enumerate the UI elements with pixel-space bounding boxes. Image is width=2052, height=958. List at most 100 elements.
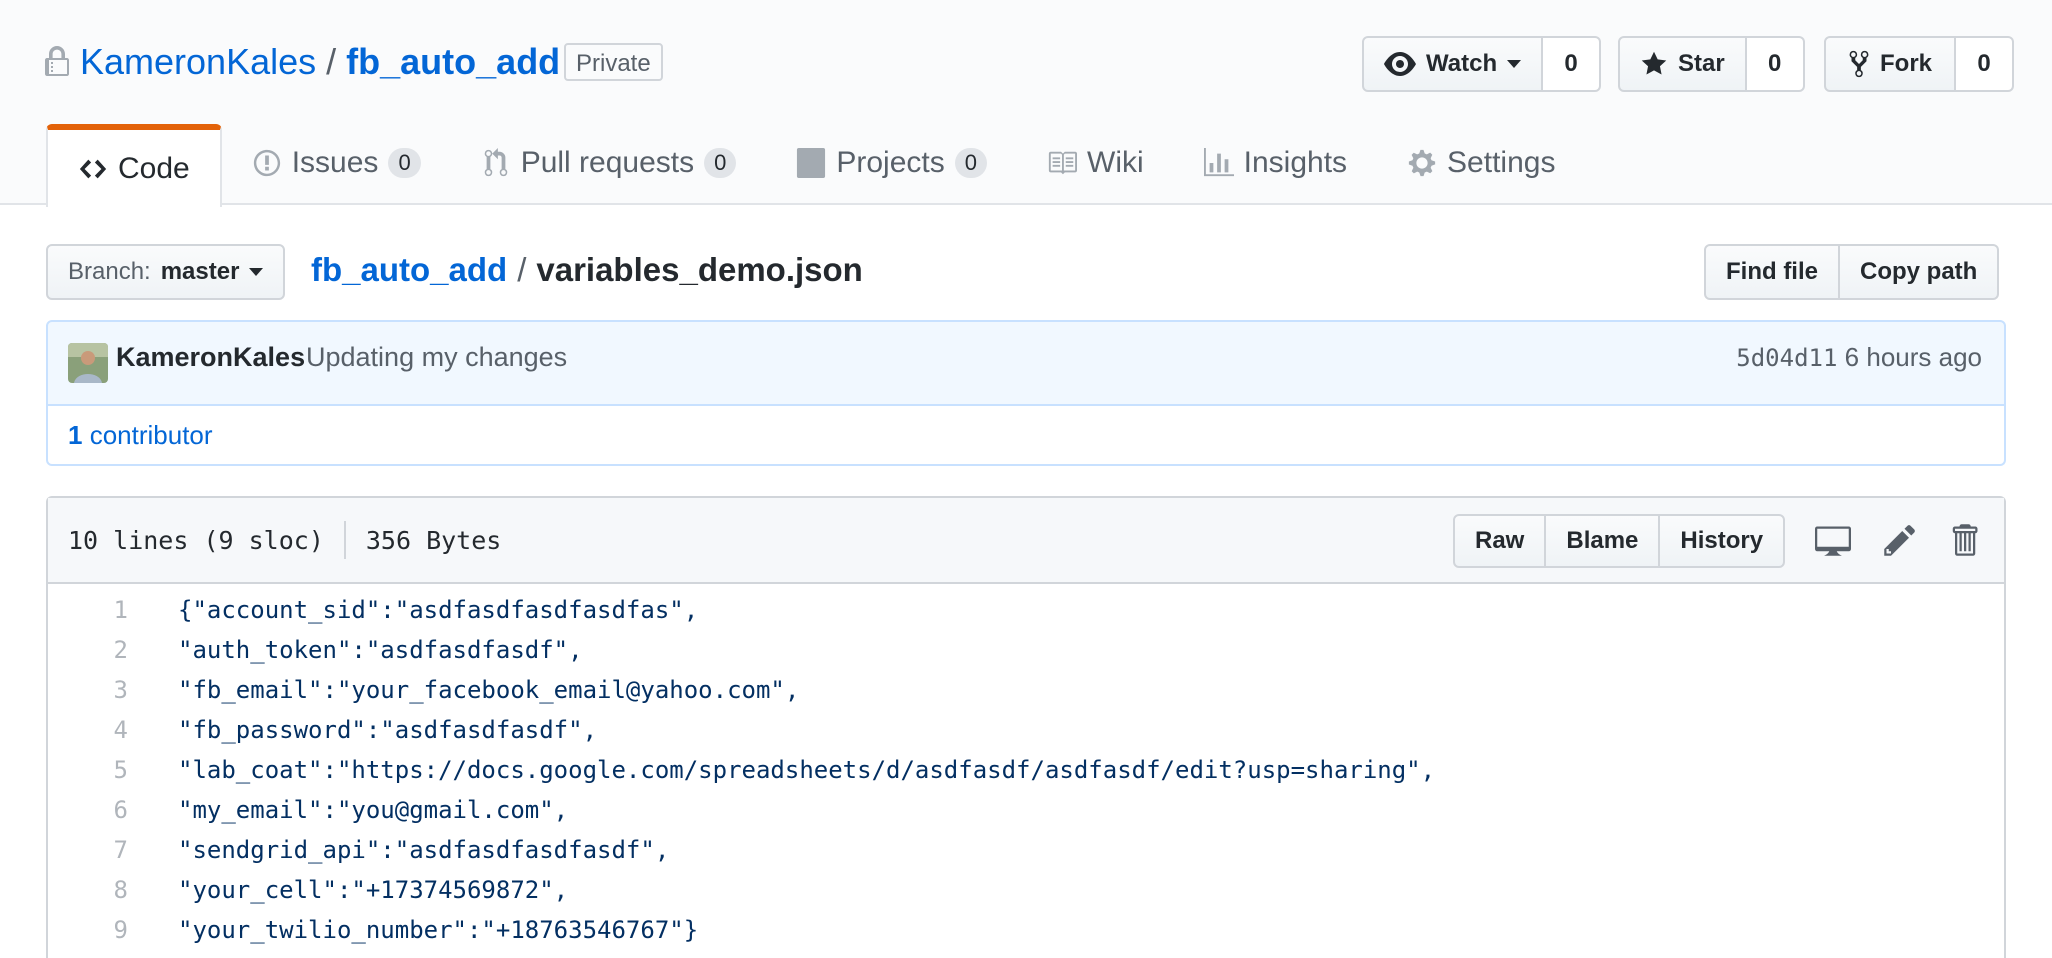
repo-forked-icon xyxy=(1849,50,1869,78)
line-number[interactable]: 9 xyxy=(48,916,128,944)
code-line: 6 "my_email":"you@gmail.com", xyxy=(48,790,2004,830)
fork-label: Fork xyxy=(1880,50,1933,77)
copy-path-button[interactable]: Copy path xyxy=(1840,244,2000,300)
line-content: "fb_password":"asdfasdfasdf", xyxy=(178,716,598,744)
file-info-divider xyxy=(343,521,346,559)
file-info: 10 lines (9 sloc) 356 Bytes xyxy=(68,498,501,582)
tab-wiki[interactable]: Wiki xyxy=(1017,124,1174,202)
tab-label: Pull requests xyxy=(520,146,695,179)
line-content: "lab_coat":"https://docs.google.com/spre… xyxy=(178,756,1436,784)
tab-label: Projects xyxy=(836,146,945,179)
code-line: 9 "your_twilio_number":"+18763546767"} xyxy=(48,910,2004,950)
issue-opened-icon xyxy=(253,149,280,177)
code-line: 3 "fb_email":"your_facebook_email@yahoo.c… xyxy=(48,670,2004,710)
fork-button[interactable]: Fork xyxy=(1824,36,1957,92)
repo-title: KameronKales / fb_auto_add xyxy=(80,38,560,86)
line-content: "fb_email":"your_facebook_email@yahoo.co… xyxy=(178,676,800,704)
repo-title-separator: / xyxy=(326,41,337,82)
commit-tease-box: KameronKales Updating my changes 5d04d11… xyxy=(46,320,2006,466)
line-number[interactable]: 3 xyxy=(48,676,128,704)
chevron-down-icon xyxy=(1507,60,1522,68)
repo-owner-link[interactable]: KameronKales xyxy=(80,41,316,82)
branch-select-button[interactable]: Branch: master xyxy=(46,244,286,300)
commit-tease: KameronKales Updating my changes 5d04d11… xyxy=(46,320,2006,406)
gear-icon xyxy=(1408,149,1436,177)
star-group: Star 0 xyxy=(1618,36,1805,92)
repo-nav-tabs: Code Issues 0 Pull requests 0 Projects 0… xyxy=(46,124,1585,207)
line-content: "auth_token":"asdfasdfasdf", xyxy=(178,636,583,664)
star-label: Star xyxy=(1678,50,1725,77)
tab-label: Settings xyxy=(1447,146,1556,179)
line-number[interactable]: 6 xyxy=(48,796,128,824)
tab-label: Wiki xyxy=(1087,146,1144,179)
contributors-count: 1 xyxy=(68,420,83,450)
book-icon xyxy=(1048,151,1077,175)
breadcrumb-separator: / xyxy=(517,251,527,288)
code-view: 1 {"account_sid":"asdfasdfasdfasdfas", 2 "… xyxy=(48,584,2004,950)
fork-count[interactable]: 0 xyxy=(1956,36,2015,92)
contributors-link[interactable]: 1 contributor xyxy=(46,406,2006,466)
code-icon xyxy=(79,159,107,178)
code-line: 5 "lab_coat":"https://docs.google.com/spr… xyxy=(48,750,2004,790)
issues-counter: 0 xyxy=(388,148,421,178)
raw-button[interactable]: Raw xyxy=(1453,514,1547,568)
tab-label: Code xyxy=(118,151,190,185)
watch-label: Watch xyxy=(1426,50,1498,77)
repo-header: KameronKales / fb_auto_add Private Watch 0… xyxy=(0,0,2052,207)
avatar[interactable] xyxy=(68,343,108,383)
fork-group: Fork 0 xyxy=(1824,36,2015,92)
tab-label: Issues xyxy=(291,146,379,179)
tab-pull-requests[interactable]: Pull requests 0 xyxy=(451,124,767,202)
desktop-icon[interactable] xyxy=(1815,522,1851,558)
git-pull-request-icon xyxy=(484,148,507,177)
tab-code[interactable]: Code xyxy=(46,124,222,207)
find-file-button[interactable]: Find file xyxy=(1704,244,1840,300)
breadcrumb-root-link[interactable]: fb_auto_add xyxy=(311,251,507,288)
watch-count[interactable]: 0 xyxy=(1543,36,1602,92)
code-line: 1 {"account_sid":"asdfasdfasdfasdfas", xyxy=(48,590,2004,630)
commit-message-link[interactable]: Updating my changes xyxy=(306,342,567,373)
line-number[interactable]: 4 xyxy=(48,716,128,744)
repo-name-link[interactable]: fb_auto_add xyxy=(346,41,560,82)
code-line: 7 "sendgrid_api":"asdfasdfasdfasdf", xyxy=(48,830,2004,870)
commit-meta: 5d04d11 6 hours ago xyxy=(1736,342,1982,373)
pull-requests-counter: 0 xyxy=(704,148,737,178)
file-size: 356 Bytes xyxy=(365,525,502,555)
trashcan-icon[interactable] xyxy=(1946,522,1982,558)
line-number[interactable]: 8 xyxy=(48,876,128,904)
graph-icon xyxy=(1203,148,1234,177)
watch-button[interactable]: Watch xyxy=(1362,36,1544,92)
star-count[interactable]: 0 xyxy=(1746,36,1805,92)
file-nav-buttons: Find file Copy path xyxy=(1704,244,2000,300)
line-content: {"account_sid":"asdfasdfasdfasdfas", xyxy=(178,596,699,624)
avatar-image xyxy=(68,343,108,383)
line-number[interactable]: 2 xyxy=(48,636,128,664)
history-button[interactable]: History xyxy=(1658,514,1786,568)
projects-counter: 0 xyxy=(954,148,987,178)
line-number[interactable]: 5 xyxy=(48,756,128,784)
line-number[interactable]: 7 xyxy=(48,836,128,864)
code-line: 8 "your_cell":"+17374569872", xyxy=(48,870,2004,910)
commit-time: 6 hours ago xyxy=(1844,342,1982,372)
contributors-label: contributor xyxy=(89,420,213,450)
star-button[interactable]: Star xyxy=(1618,36,1747,92)
file-actions: Raw Blame History xyxy=(1453,514,1786,568)
commit-sha-link[interactable]: 5d04d11 xyxy=(1736,344,1837,372)
tab-insights[interactable]: Insights xyxy=(1174,124,1377,202)
tab-projects[interactable]: Projects 0 xyxy=(766,124,1017,202)
breadcrumb-file-name: variables_demo.json xyxy=(536,251,863,288)
pencil-icon[interactable] xyxy=(1882,522,1918,558)
code-line: 4 "fb_password":"asdfasdfasdf", xyxy=(48,710,2004,750)
lock-icon xyxy=(45,46,69,76)
code-line: 2 "auth_token":"asdfasdfasdf", xyxy=(48,630,2004,670)
blame-button[interactable]: Blame xyxy=(1544,514,1661,568)
eye-icon xyxy=(1384,52,1416,76)
commit-author-link[interactable]: KameronKales xyxy=(116,342,305,373)
tab-settings[interactable]: Settings xyxy=(1377,124,1585,202)
breadcrumb: fb_auto_add / variables_demo.json xyxy=(311,248,863,292)
tab-issues[interactable]: Issues 0 xyxy=(222,124,451,202)
line-number[interactable]: 1 xyxy=(48,596,128,624)
file-box: 10 lines (9 sloc) 356 Bytes Raw Blame Hi… xyxy=(46,496,2006,958)
tab-label: Insights xyxy=(1243,146,1348,179)
line-content: "sendgrid_api":"asdfasdfasdfasdf", xyxy=(178,836,670,864)
